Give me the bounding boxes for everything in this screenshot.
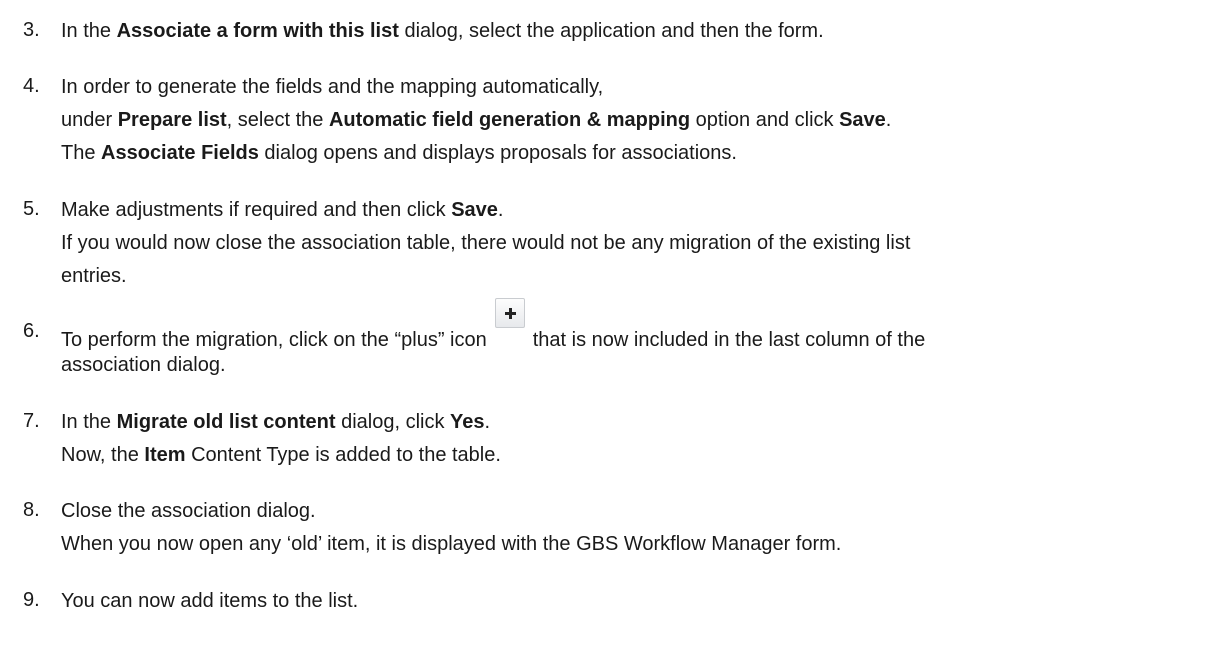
step-line: To perform the migration, click on the “…	[61, 298, 926, 352]
text-segment: dialog opens and displays proposals for …	[258, 142, 737, 164]
bold-term: Associate a form with this list	[116, 20, 399, 42]
text-segment: , select the	[226, 109, 329, 131]
step-line: under Prepare list, select the Automatic…	[61, 108, 891, 132]
step-line: In order to generate the fields and the …	[61, 75, 603, 99]
text-segment: .	[497, 199, 504, 221]
step-line: If you would now close the association t…	[61, 231, 910, 255]
text-segment: In the	[61, 411, 117, 433]
text-segment: In order to generate the fields and the …	[61, 76, 604, 98]
step-number: 9.	[23, 589, 40, 611]
bold-term: Prepare list	[117, 109, 227, 131]
text-segment: You can now add items to the list.	[61, 590, 359, 612]
step-line: In the Migrate old list content dialog, …	[61, 410, 490, 434]
bold-term: Migrate old list content	[116, 411, 336, 433]
text-segment: that is now included in the last column …	[532, 329, 926, 351]
step-line: In the Associate a form with this list d…	[61, 19, 824, 43]
text-segment: entries.	[61, 265, 127, 287]
step-number: 8.	[23, 499, 40, 521]
text-segment: dialog, select the application and then …	[398, 20, 824, 42]
step-line: The Associate Fields dialog opens and di…	[61, 141, 737, 165]
text-segment: .	[484, 411, 491, 433]
step-number: 7.	[23, 410, 40, 432]
step-line: You can now add items to the list.	[61, 589, 358, 613]
step-line: Close the association dialog.	[61, 499, 316, 523]
bold-term: Save	[839, 109, 886, 131]
step-line: entries.	[61, 264, 127, 288]
text-segment: option and click	[690, 109, 840, 131]
text-segment: If you would now close the association t…	[61, 232, 911, 254]
text-segment: To perform the migration, click on the “…	[61, 329, 487, 351]
step-number: 4.	[23, 75, 40, 97]
text-segment: Content Type is added to the table.	[185, 444, 501, 466]
text-segment: Close the association dialog.	[61, 500, 316, 522]
text-segment: .	[885, 109, 892, 131]
text-segment: The	[61, 142, 102, 164]
step-number: 3.	[23, 19, 40, 41]
step-line: Now, the Item Content Type is added to t…	[61, 443, 501, 467]
text-segment: under	[61, 109, 118, 131]
text-segment: In the	[61, 20, 117, 42]
text-segment: Now, the	[61, 444, 145, 466]
step-line: When you now open any ‘old’ item, it is …	[61, 532, 841, 556]
step-number: 5.	[23, 198, 40, 220]
bold-term: Save	[451, 199, 498, 221]
step-line: association dialog.	[61, 353, 226, 377]
plus-icon	[494, 298, 525, 328]
bold-term: Associate Fields	[101, 142, 259, 164]
text-segment: When you now open any ‘old’ item, it is …	[61, 533, 842, 555]
bold-term: Yes	[450, 411, 485, 433]
instruction-document: 3. In the Associate a form with this lis…	[0, 0, 1218, 657]
bold-term: Automatic field generation & mapping	[328, 109, 691, 131]
step-line: Make adjustments if required and then cl…	[61, 198, 503, 222]
text-segment: dialog, click	[335, 411, 451, 433]
bold-term: Item	[144, 444, 186, 466]
step-number: 6.	[23, 320, 40, 342]
text-segment: Make adjustments if required and then cl…	[61, 199, 452, 221]
text-segment: association dialog.	[61, 354, 226, 376]
